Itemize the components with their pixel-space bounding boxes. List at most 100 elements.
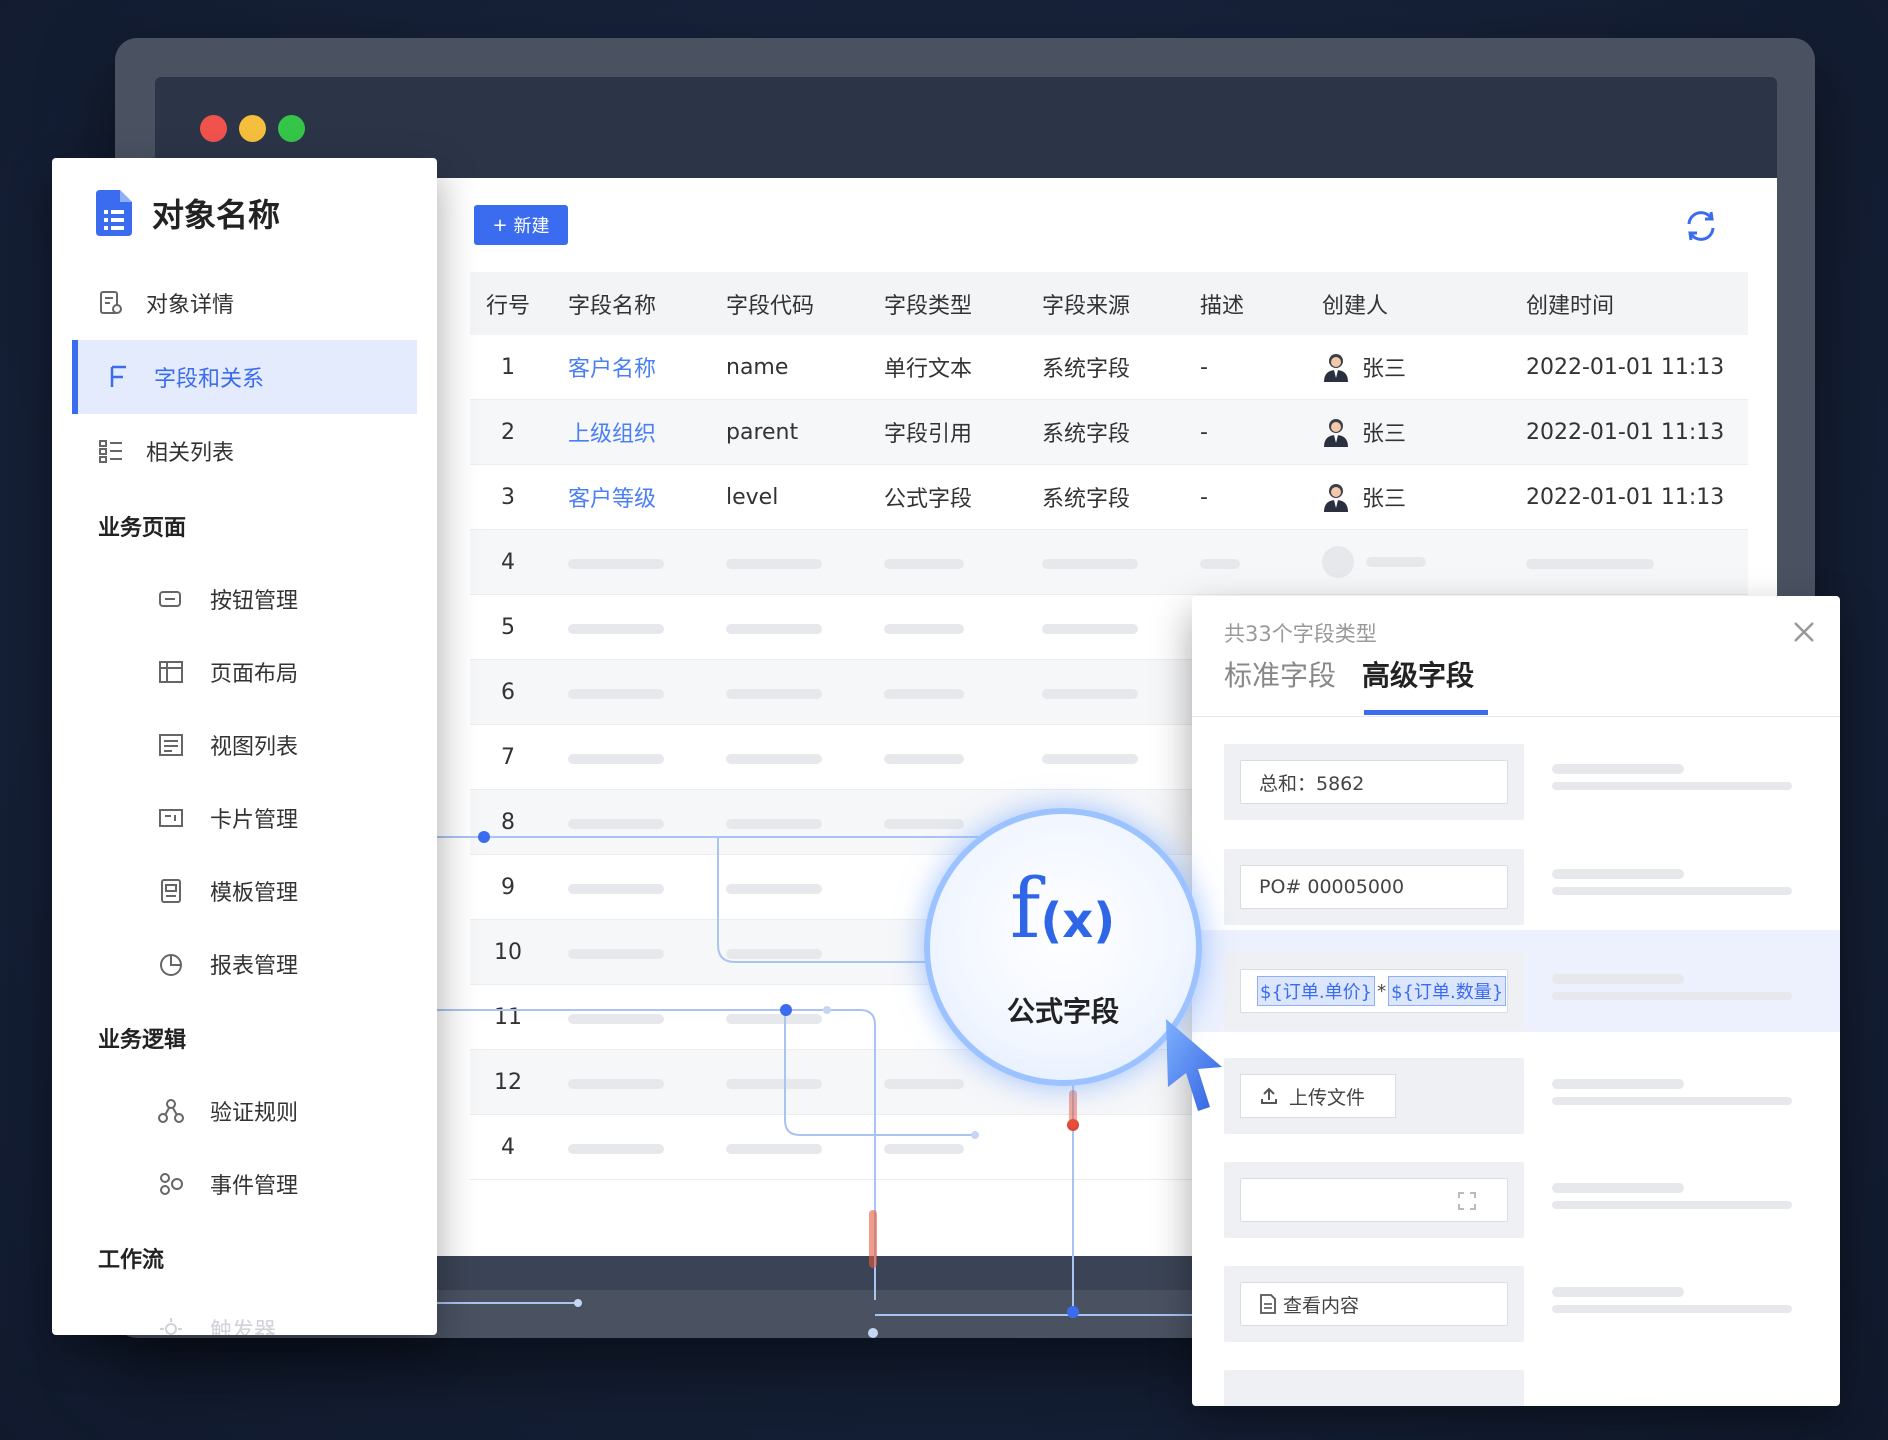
sum-preview: 总和：5862	[1240, 760, 1508, 804]
sidebar-item-label: 相关列表	[146, 441, 235, 466]
sidebar-item-page-layout[interactable]: 页面布局	[158, 656, 298, 688]
expand-icon[interactable]	[1457, 1191, 1477, 1211]
group-business-pages: 业务页面	[98, 516, 187, 541]
sidebar-item-label: 按钮管理	[210, 589, 299, 614]
document-icon	[1260, 1294, 1276, 1314]
row-number: 4	[501, 1134, 515, 1160]
field-type-formula[interactable]: ${订单.单价} * ${订单.数量}	[1224, 953, 1524, 1029]
created-time: 2022-01-01 11:13	[1526, 484, 1725, 510]
table-row[interactable]: 2 上级组织 parent 字段引用 系统字段 - 张三 2022-01-01 …	[470, 400, 1748, 465]
sidebar-item-label: 事件管理	[210, 1174, 299, 1199]
field-code: parent	[726, 419, 799, 445]
tab-standard-fields[interactable]: 标准字段	[1224, 654, 1336, 694]
row-number: 7	[501, 744, 515, 770]
header-creator: 创建人	[1322, 293, 1389, 319]
created-time: 2022-01-01 11:13	[1526, 419, 1725, 445]
field-type: 单行文本	[884, 357, 973, 382]
placeholder-row: 4	[470, 530, 1748, 595]
formula-fx-icon: f(x)	[1010, 862, 1115, 957]
sidebar-item-fields-relations[interactable]: 字段和关系	[72, 340, 417, 414]
view-content-preview: 查看内容	[1240, 1282, 1508, 1326]
document-icon	[96, 190, 132, 236]
list-icon	[99, 440, 122, 463]
report-icon	[160, 954, 182, 976]
header-created-time: 创建时间	[1526, 293, 1615, 319]
creator-cell: 张三	[1314, 481, 1498, 513]
field-name-link[interactable]: 上级组织	[546, 416, 704, 448]
field-source: 系统字段	[1042, 357, 1131, 382]
validation-icon	[158, 1099, 184, 1123]
field-code: name	[726, 354, 789, 380]
sidebar-item-template-management[interactable]: 模板管理	[158, 875, 298, 907]
field-code: level	[726, 484, 779, 510]
row-number: 4	[501, 549, 515, 575]
fx-args: (x)	[1040, 893, 1116, 949]
creator-name: 张三	[1362, 357, 1407, 382]
header-field-source: 字段来源	[1042, 293, 1131, 319]
refresh-icon[interactable]	[1682, 207, 1720, 245]
table-row[interactable]: 1 客户名称 name 单行文本 系统字段 - 张三 2022-01-01 11…	[470, 335, 1748, 400]
formula-preview: ${订单.单价} * ${订单.数量}	[1240, 969, 1508, 1013]
card-icon	[159, 809, 183, 827]
created-time: 2022-01-01 11:13	[1526, 354, 1725, 380]
sidebar-item-label: 页面布局	[210, 662, 299, 687]
field-type: 公式字段	[884, 487, 973, 512]
field-type-rich-text[interactable]	[1224, 1162, 1524, 1238]
maximize-window-button[interactable]	[278, 115, 305, 142]
sidebar-item-report-management[interactable]: 报表管理	[158, 948, 298, 980]
sidebar-item-event-management[interactable]: 事件管理	[158, 1168, 298, 1200]
upload-label: 上传文件	[1289, 1086, 1366, 1109]
close-window-button[interactable]	[200, 115, 227, 142]
field-source: 系统字段	[1042, 422, 1131, 447]
sidebar-item-object-detail[interactable]: 对象详情	[52, 266, 437, 340]
sidebar-item-trigger[interactable]: 触发器	[158, 1313, 276, 1335]
field-description: -	[1200, 354, 1208, 380]
field-type-sum[interactable]: 总和：5862	[1224, 744, 1524, 820]
field-type-more[interactable]	[1224, 1370, 1524, 1406]
creator-cell: 张三	[1314, 416, 1498, 448]
sidebar-item-related-lists[interactable]: 相关列表	[52, 414, 437, 488]
user-avatar-icon	[1324, 354, 1348, 382]
sidebar-item-view-list[interactable]: 视图列表	[158, 729, 298, 761]
header-row-no: 行号	[485, 293, 530, 319]
sidebar-header: 对象名称	[94, 190, 280, 236]
table-row[interactable]: 3 客户等级 level 公式字段 系统字段 - 张三 2022-01-01 1…	[470, 465, 1748, 530]
sidebar: 对象名称 对象详情 字段和关系 相关列表 业务页面 按钮管理 页面布局 视图列表…	[52, 158, 437, 1335]
creator-name: 张三	[1362, 422, 1407, 447]
sidebar-item-label: 触发器	[210, 1319, 277, 1335]
field-type-view-content[interactable]: 查看内容	[1224, 1266, 1524, 1342]
header-field-code: 字段代码	[726, 293, 815, 319]
sidebar-item-label: 对象详情	[146, 293, 235, 318]
field-name-link[interactable]: 客户名称	[546, 351, 704, 383]
upload-file-button[interactable]: 上传文件	[1240, 1074, 1396, 1118]
field-description: -	[1200, 419, 1208, 445]
sidebar-item-card-management[interactable]: 卡片管理	[158, 802, 298, 834]
row-number: 5	[501, 614, 515, 640]
sidebar-item-label: 报表管理	[210, 954, 299, 979]
tab-advanced-fields[interactable]: 高级字段	[1362, 654, 1474, 694]
header-field-name: 字段名称	[568, 293, 657, 319]
field-type-file-upload[interactable]: 上传文件	[1224, 1058, 1524, 1134]
header-description: 描述	[1200, 293, 1245, 319]
group-workflow: 工作流	[98, 1248, 165, 1273]
new-button[interactable]: + 新建	[474, 205, 568, 245]
field-type-auto-number[interactable]: PO# 00005000	[1224, 849, 1524, 925]
active-tab-indicator	[1364, 710, 1488, 715]
sidebar-item-validation-rules[interactable]: 验证规则	[158, 1095, 298, 1127]
close-icon[interactable]	[1790, 618, 1818, 646]
row-number: 6	[501, 679, 515, 705]
header-field-type: 字段类型	[884, 293, 973, 319]
cursor-icon	[1166, 1019, 1222, 1111]
layout-icon	[159, 661, 183, 683]
view-icon	[159, 734, 183, 756]
sidebar-item-button-management[interactable]: 按钮管理	[158, 583, 298, 615]
panel-divider	[1192, 716, 1840, 717]
new-button-label: 新建	[513, 216, 550, 237]
field-name-link[interactable]: 客户等级	[546, 481, 704, 513]
sidebar-item-label: 字段和关系	[154, 367, 265, 392]
group-business-logic: 业务逻辑	[98, 1028, 187, 1053]
minimize-window-button[interactable]	[239, 115, 266, 142]
object-name-title: 对象名称	[152, 196, 281, 234]
row-number: 12	[494, 1069, 522, 1095]
upload-icon	[1261, 1087, 1277, 1104]
